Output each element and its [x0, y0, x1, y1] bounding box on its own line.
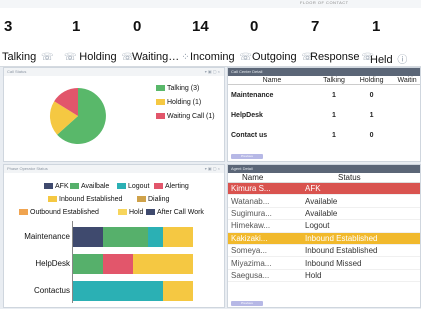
stat-value-held: 1	[372, 18, 381, 35]
stat-value-response: 7	[311, 18, 320, 35]
call-center-panel: Call Center Detail Name Talking Holding …	[227, 67, 421, 162]
stat-label-waiting[interactable]: Waiting… ⁘	[132, 51, 190, 63]
agent-detail-panel: Agent Detail Name Status Kimura S... AFK …	[227, 164, 421, 308]
call-center-prev-button[interactable]: Previous	[231, 154, 263, 159]
stat-value-outgoing: 0	[250, 18, 259, 35]
agent-detail-header: Agent Detail	[228, 165, 420, 173]
table-row[interactable]: HelpDesk 1 1	[228, 105, 420, 125]
phone-wave-icon: ⁘	[181, 52, 190, 63]
legend-holding: Holding (1)	[156, 99, 201, 106]
legend-acw: After Call Work	[146, 209, 204, 216]
table-row[interactable]: Contact us 1 0	[228, 125, 420, 145]
col-waiting[interactable]: Waitin	[391, 76, 420, 85]
bar-label-contactus: Contactus	[33, 286, 70, 295]
col-holding[interactable]: Holding	[352, 76, 392, 85]
bar-segment-availbale	[103, 227, 148, 247]
table-row[interactable]: Someya... Inbound Established	[228, 244, 420, 258]
bar-segment-inbound-established	[163, 281, 193, 301]
operator-status-chart: Maintenance HelpDesk Contactus	[4, 221, 224, 303]
stat-value-holding: 1	[72, 18, 81, 35]
info-icon: ⓘ	[394, 55, 408, 66]
bar-segment-logout	[148, 227, 163, 247]
stat-value-talking: 3	[4, 18, 13, 35]
stat-label-held[interactable]: Held ⓘ	[370, 51, 407, 66]
legend-afk: AFK	[44, 183, 69, 190]
bar-segment-logout	[73, 281, 163, 301]
table-row[interactable]: Maintenance 1 0	[228, 85, 420, 106]
table-row[interactable]: Kakizaki... Inbound Established	[228, 232, 420, 245]
table-row[interactable]: Saegusa... Hold	[228, 269, 420, 283]
operator-status-header: Phase Operator Status ▾ ▣ ▢ ×	[4, 165, 224, 173]
stat-label-holding[interactable]: ☏ Holding ☏	[62, 51, 134, 63]
legend-dialing: Dialing	[137, 196, 169, 203]
operator-status-panel: Phase Operator Status ▾ ▣ ▢ × AFK Availb…	[3, 164, 225, 308]
bar-segment-afk	[73, 227, 103, 247]
stat-label-outgoing[interactable]: Outgoing ☏	[252, 51, 314, 63]
legend-alerting: Alerting	[154, 183, 189, 190]
bar-segment-inbound-established	[163, 227, 193, 247]
call-status-pie	[49, 87, 106, 144]
call-status-header: Call Status ▾ ▣ ▢ ×	[4, 68, 224, 76]
agent-detail-prev-button[interactable]: Previous	[231, 301, 263, 306]
stat-value-incoming: 14	[192, 18, 209, 35]
legend-outbound: Outbound Established	[19, 209, 99, 216]
col-agent-status[interactable]: Status	[302, 173, 420, 183]
phone-in-icon: ☏	[236, 52, 252, 63]
panel-controls-icon[interactable]: ▾ ▣ ▢ ×	[205, 165, 220, 173]
table-row[interactable]: Miyazima... Inbound Missed	[228, 256, 420, 270]
stats-bar: 3 1 0 14 0 7 1 Talking ☏ ☏ Holding ☏ Wai…	[0, 8, 421, 67]
call-center-header: Call Center Detail	[228, 68, 420, 76]
top-strip: FLOOR OF CONTACT	[0, 0, 421, 8]
col-talking[interactable]: Talking	[316, 76, 353, 85]
table-row[interactable]: Kimura S... AFK	[228, 182, 420, 196]
stat-value-waiting: 0	[133, 18, 142, 35]
stat-label-response[interactable]: Response ☏	[310, 51, 374, 63]
agent-detail-table: Name Status Kimura S... AFK Watanab... Ava…	[228, 173, 420, 283]
legend-logout: Logout	[117, 183, 149, 190]
col-agent-name[interactable]: Name	[228, 173, 302, 183]
stat-label-talking[interactable]: Talking ☏	[2, 51, 54, 63]
table-row[interactable]: Sugimura... Available	[228, 207, 420, 221]
phone-icon: ☏	[64, 52, 80, 63]
floor-caption: FLOOR OF CONTACT	[300, 0, 349, 5]
bar-label-maintenance: Maintenance	[24, 232, 70, 241]
phone-icon: ☏	[38, 52, 54, 63]
table-row[interactable]: Watanab... Available	[228, 194, 420, 208]
legend-inbound: Inbound Established	[48, 196, 122, 203]
bar-label-helpdesk: HelpDesk	[35, 259, 70, 268]
legend-waiting: Waiting Call (1)	[156, 113, 215, 120]
call-status-panel: Call Status ▾ ▣ ▢ × Talking (3) Holding …	[3, 67, 225, 162]
legend-hold: Hold	[118, 209, 143, 216]
table-row[interactable]: Himekaw... Logout	[228, 219, 420, 233]
call-center-table: Name Talking Holding Waitin Maintenance …	[228, 76, 420, 145]
bar-segment-inbound-established	[133, 254, 193, 274]
bar-segment-alerting	[103, 254, 133, 274]
panel-controls-icon[interactable]: ▾ ▣ ▢ ×	[205, 68, 220, 76]
legend-available: Availbale	[70, 183, 109, 190]
stat-label-incoming[interactable]: Incoming ☏	[190, 51, 252, 63]
legend-talking: Talking (3)	[156, 85, 199, 92]
col-name[interactable]: Name	[228, 76, 316, 85]
bar-segment-availbale	[73, 254, 103, 274]
